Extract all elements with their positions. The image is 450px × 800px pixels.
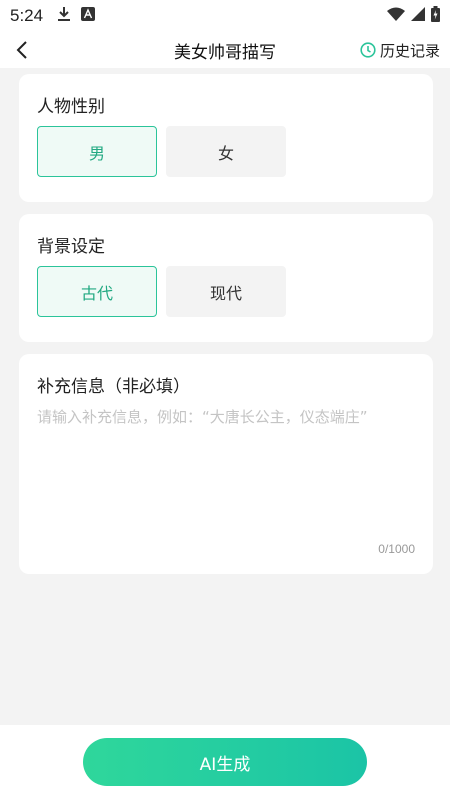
history-label: 历史记录 [379,41,440,60]
background-card: 背景设定 古代 现代 [19,214,433,342]
extra-info-card: 补充信息（非必填） 0/1000 [19,354,433,574]
background-option-ancient[interactable]: 古代 [37,266,157,317]
history-button[interactable]: 历史记录 [360,37,440,63]
extra-info-input[interactable] [37,406,417,526]
chevron-left-icon [16,41,27,59]
extra-info-title: 补充信息（非必填） [37,377,190,397]
gender-option-male[interactable]: 男 [37,126,157,177]
gender-title: 人物性别 [37,97,105,117]
gender-option-female-label: 女 [217,143,234,163]
wifi-icon [387,6,405,26]
battery-icon [431,5,440,27]
status-bar: 5:24 [0,0,450,32]
ai-generate-button[interactable]: AI生成 [83,738,367,786]
gender-option-male-label: 男 [88,143,105,163]
back-button[interactable] [8,36,36,64]
background-option-modern[interactable]: 现代 [166,266,286,317]
char-counter: 0/1000 [378,542,415,556]
page-title: 美女帅哥描写 [174,42,276,63]
notification-a-icon [81,6,96,26]
gender-card: 人物性别 男 女 [19,74,433,202]
gender-option-female[interactable]: 女 [166,126,286,177]
background-title: 背景设定 [37,237,105,257]
bottom-bar: AI生成 [0,725,450,800]
app-bar: 美女帅哥描写 历史记录 [0,32,450,68]
clock-icon [360,42,376,58]
status-time: 5:24 [10,6,44,25]
download-icon [57,6,71,27]
background-option-ancient-label: 古代 [80,283,113,303]
background-option-modern-label: 现代 [209,283,242,303]
signal-icon [411,6,425,26]
